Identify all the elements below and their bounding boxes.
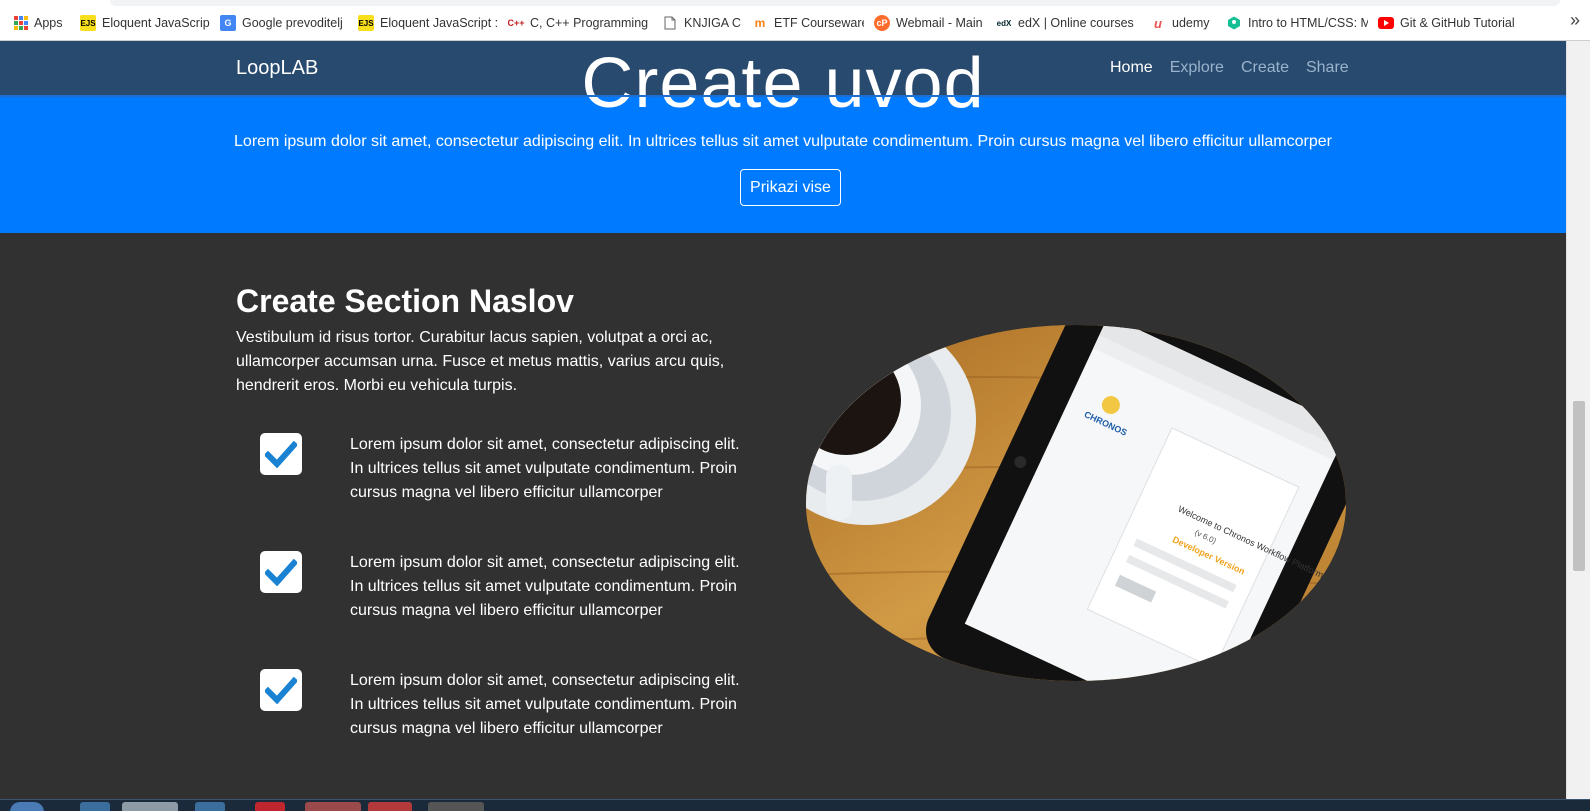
bookmark-knjiga-c[interactable]: KNJIGA C	[662, 14, 742, 32]
feature-item: Lorem ipsum dolor sit amet, consectetur …	[260, 551, 760, 631]
bookmark-label: Eloquent JavaScript :	[380, 16, 498, 30]
tablet-coffee-photo: Welcome to Chronos Workflow Platform! (v…	[806, 325, 1346, 681]
bookmark-edx[interactable]: edX edX | Online courses	[996, 14, 1136, 32]
start-button-icon[interactable]	[10, 802, 44, 811]
nav-link-home[interactable]: Home	[1110, 59, 1153, 77]
bookmark-label: C, C++ Programming	[530, 16, 649, 30]
google-translate-icon: G	[220, 15, 236, 31]
os-taskbar	[0, 799, 1590, 811]
bookmark-cpp-programming[interactable]: C++ C, C++ Programming	[508, 14, 652, 32]
bookmark-label: Intro to HTML/CSS: M	[1248, 16, 1368, 30]
page-scrollbar[interactable]	[1566, 41, 1590, 799]
bookmark-apps[interactable]: Apps	[14, 14, 74, 32]
section-title: Create Section Naslov	[236, 283, 574, 319]
hero-title: Create uvod	[0, 97, 1566, 124]
taskbar-app-icon[interactable]	[195, 802, 225, 811]
navbar: Create uvod LoopLAB Home Explore Create …	[0, 41, 1566, 97]
bookmark-label: Google prevoditelj	[242, 16, 343, 30]
ejs-icon: EJS	[358, 15, 374, 31]
checkmark-icon	[260, 551, 302, 593]
brand-logo[interactable]: LoopLAB	[236, 57, 318, 80]
bookmark-label: ETF Courseware	[774, 16, 864, 30]
feature-item: Lorem ipsum dolor sit amet, consectetur …	[260, 669, 760, 749]
checkmark-icon	[260, 669, 302, 711]
feature-item: Lorem ipsum dolor sit amet, consectetur …	[260, 433, 760, 513]
bookmark-webmail[interactable]: cP Webmail - Main	[874, 14, 986, 32]
hero-lead-text: Lorem ipsum dolor sit amet, consectetur …	[234, 133, 1332, 150]
checkmark-icon	[260, 433, 302, 475]
khan-icon	[1226, 15, 1242, 31]
apps-grid-icon	[14, 16, 28, 30]
taskbar-app-icon[interactable]	[122, 802, 178, 811]
nav-link-create[interactable]: Create	[1241, 59, 1289, 77]
edx-icon: edX	[996, 18, 1012, 28]
feature-text: Lorem ipsum dolor sit amet, consectetur …	[350, 554, 740, 619]
section-description: Vestibulum id risus tortor. Curabitur la…	[236, 329, 725, 394]
nav-link-explore[interactable]: Explore	[1170, 59, 1224, 77]
more-bookmarks-icon[interactable]: »	[1570, 10, 1580, 31]
cpp-icon: C++	[508, 18, 525, 28]
taskbar-app-icon[interactable]	[305, 802, 361, 811]
bookmark-khan-academy[interactable]: Intro to HTML/CSS: M	[1226, 14, 1368, 32]
document-icon	[662, 15, 678, 31]
bookmarks-bar: Apps EJS Eloquent JavaScript G Google pr…	[0, 0, 1590, 41]
bookmark-eloquent-js[interactable]: EJS Eloquent JavaScript	[80, 14, 210, 32]
create-section: Create Section Naslov Vestibulum id risu…	[0, 233, 1566, 799]
taskbar-app-icon[interactable]	[255, 802, 285, 811]
bookmark-label: edX | Online courses	[1018, 16, 1134, 30]
cpanel-icon: cP	[874, 15, 890, 31]
feature-text: Lorem ipsum dolor sit amet, consectetur …	[350, 436, 740, 501]
bookmark-label: Eloquent JavaScript	[102, 16, 210, 30]
ejs-icon: EJS	[80, 15, 96, 31]
show-more-button[interactable]: Prikazi vise	[740, 169, 841, 206]
bookmark-label: Apps	[34, 16, 63, 30]
scrollbar-thumb[interactable]	[1573, 401, 1585, 571]
bookmark-label: Webmail - Main	[896, 16, 983, 30]
hero-section: Create uvod Lorem ipsum dolor sit amet, …	[0, 97, 1566, 233]
udemy-icon: u	[1154, 15, 1162, 31]
bookmark-udemy[interactable]: u udemy	[1150, 14, 1216, 32]
bookmark-label: Git & GitHub Tutorial	[1400, 16, 1515, 30]
bookmark-git-tutorial[interactable]: Git & GitHub Tutorial	[1378, 14, 1518, 32]
nav-links: Home Explore Create Share	[1110, 59, 1349, 77]
taskbar-app-icon[interactable]	[428, 802, 484, 811]
youtube-icon	[1378, 15, 1394, 31]
taskbar-app-icon[interactable]	[80, 802, 110, 811]
bookmark-label: KNJIGA C	[684, 16, 741, 30]
omnibox-edge	[110, 0, 1560, 6]
taskbar-app-icon[interactable]	[368, 802, 412, 811]
moodle-icon: m	[754, 16, 766, 30]
bookmark-google-translate[interactable]: G Google prevoditelj	[220, 14, 348, 32]
feature-text: Lorem ipsum dolor sit amet, consectetur …	[350, 672, 740, 737]
bookmark-eloquent-js-2[interactable]: EJS Eloquent JavaScript :	[358, 14, 498, 32]
bookmark-etf-courseware[interactable]: m ETF Courseware	[752, 14, 864, 32]
nav-link-share[interactable]: Share	[1306, 59, 1349, 77]
bookmark-label: udemy	[1172, 16, 1210, 30]
